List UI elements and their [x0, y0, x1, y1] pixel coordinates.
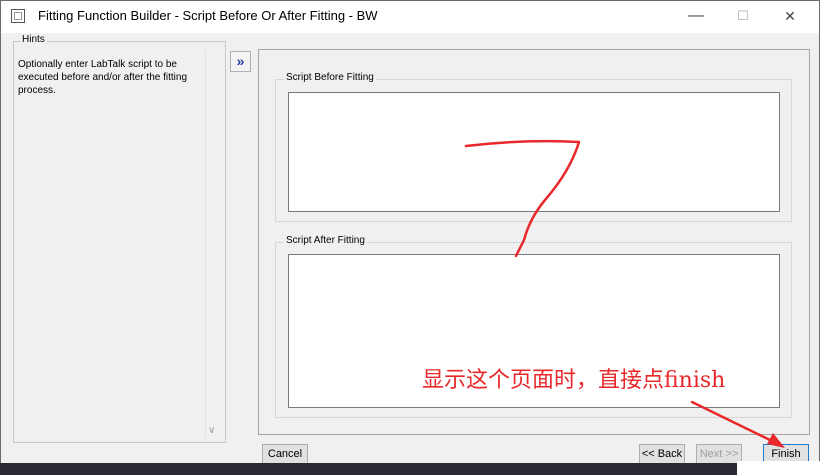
minimize-button[interactable]: —	[673, 1, 719, 33]
chevron-down-icon[interactable]: ∨	[208, 425, 215, 436]
maximize-button[interactable]: ☐	[720, 1, 766, 33]
window-title: Fitting Function Builder - Script Before…	[38, 8, 378, 23]
hints-scrollbar[interactable]: ∨	[205, 50, 223, 438]
expand-button[interactable]: »	[230, 51, 251, 72]
script-after-label: Script After Fitting	[284, 235, 367, 246]
hints-panel: Hints Optionally enter LabTalk script to…	[13, 34, 226, 443]
hints-label: Hints	[20, 34, 47, 45]
back-button[interactable]: << Back	[639, 444, 685, 465]
fitting-function-builder-window: Fitting Function Builder - Script Before…	[0, 0, 820, 475]
title-bar[interactable]: Fitting Function Builder - Script Before…	[1, 1, 819, 33]
next-button[interactable]: Next >>	[696, 444, 742, 465]
close-button[interactable]: ✕	[767, 1, 813, 33]
cancel-button[interactable]: Cancel	[262, 444, 308, 465]
script-before-input[interactable]	[288, 92, 780, 212]
hints-text: Optionally enter LabTalk script to be ex…	[18, 59, 187, 96]
annotation-text: 显示这个页面时，直接点finish	[422, 368, 726, 393]
white-patch	[737, 461, 820, 475]
taskbar-strip	[0, 463, 820, 475]
app-icon	[11, 9, 25, 23]
script-before-group: Script Before Fitting	[275, 72, 792, 222]
script-before-label: Script Before Fitting	[284, 72, 376, 83]
